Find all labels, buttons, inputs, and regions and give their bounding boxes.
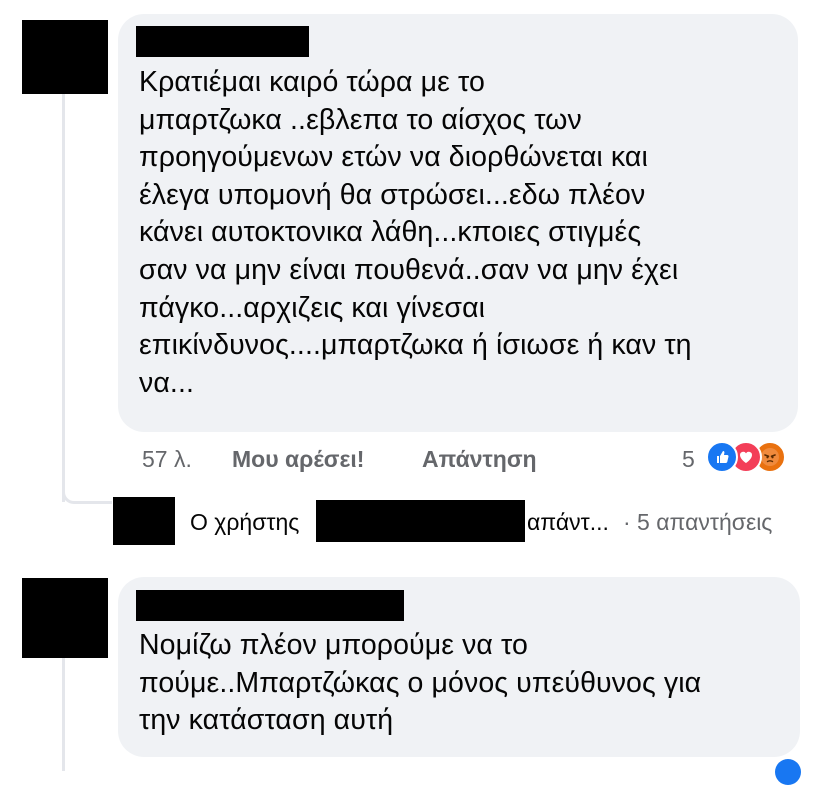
reply-preview-prefix[interactable]: Ο χρήστης xyxy=(190,509,299,536)
avatar[interactable] xyxy=(22,20,108,94)
comment-text: Νομίζω πλέον μπορούμε να το πούμε..Μπαρτ… xyxy=(139,629,702,737)
reply-count[interactable]: · 5 απαντήσεις xyxy=(623,509,772,536)
reply-author-redacted[interactable] xyxy=(316,500,525,542)
author-name-redacted[interactable] xyxy=(136,590,404,621)
thread-line xyxy=(62,94,65,502)
reaction-count[interactable]: 5 xyxy=(682,446,695,473)
comment-time[interactable]: 57 λ. xyxy=(142,446,192,473)
reply-avatar[interactable] xyxy=(113,497,175,545)
thread-connector xyxy=(62,492,112,504)
thread-line xyxy=(62,658,65,771)
avatar[interactable] xyxy=(22,578,108,658)
reply-preview-suffix[interactable]: απάντ... xyxy=(527,509,609,536)
comment-text: Κρατιέμαι καιρό τώρα με το μπαρτζωκα ..ε… xyxy=(139,66,692,399)
author-name-redacted[interactable] xyxy=(136,26,309,57)
reply-button[interactable]: Απάντηση xyxy=(422,446,537,473)
like-icon[interactable] xyxy=(706,441,738,473)
like-button[interactable]: Μου αρέσει! xyxy=(232,446,364,473)
reaction-icon[interactable] xyxy=(775,759,801,785)
